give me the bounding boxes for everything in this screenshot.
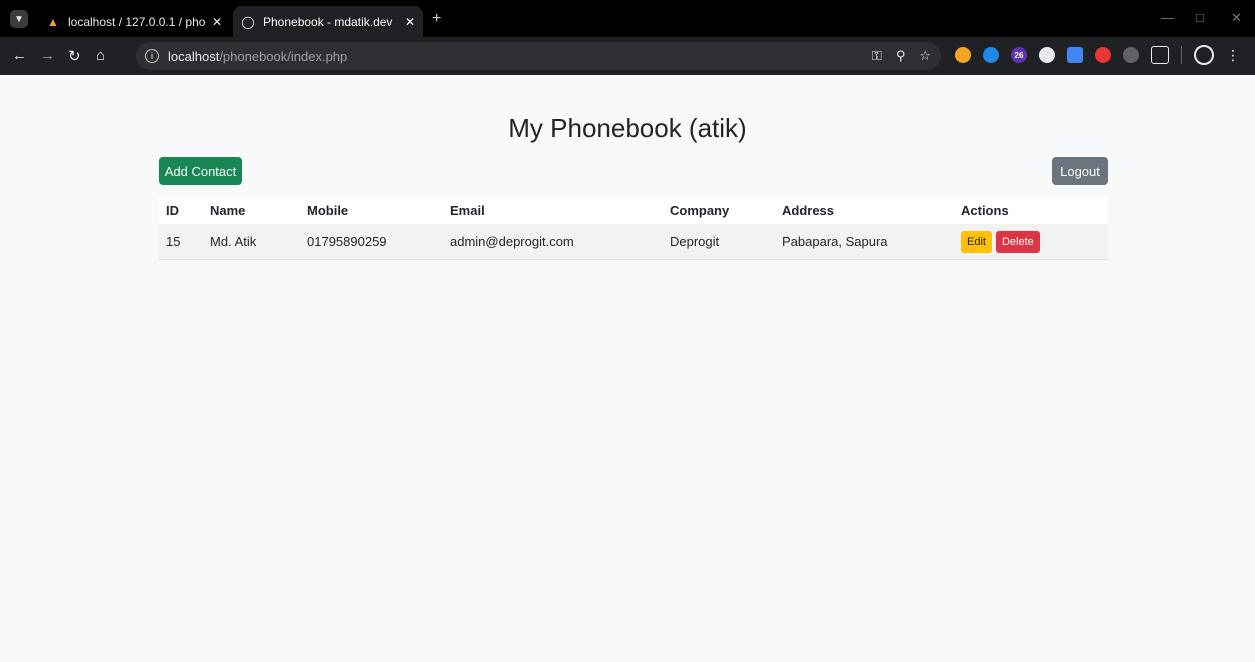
- extension-icon[interactable]: [1095, 47, 1111, 63]
- address-bar[interactable]: i localhost/phonebook/index.php ⚿ ⚲ ☆: [136, 42, 941, 70]
- cell-id: 15: [159, 224, 203, 260]
- delete-button[interactable]: Delete: [995, 230, 1040, 253]
- reload-icon[interactable]: ↻: [68, 47, 81, 65]
- tab-search-button[interactable]: ▼: [10, 10, 28, 28]
- url-host: localhost: [168, 48, 220, 64]
- table-header-row: ID Name Mobile Email Company Address Act…: [159, 196, 1108, 224]
- tab-phonebook[interactable]: ◯ Phonebook - mdatik.dev ✕: [233, 6, 423, 37]
- minimize-icon[interactable]: —: [1161, 10, 1174, 25]
- globe-icon: ◯: [241, 14, 255, 29]
- column-header-mobile: Mobile: [300, 196, 443, 224]
- maximize-icon[interactable]: □: [1196, 10, 1204, 25]
- site-info-icon[interactable]: i: [145, 49, 159, 63]
- column-header-id: ID: [159, 196, 203, 224]
- cell-name: Md. Atik: [203, 224, 300, 260]
- column-header-email: Email: [443, 196, 663, 224]
- url-path: /phonebook/index.php: [219, 48, 348, 64]
- tab-title: Phonebook - mdatik.dev: [263, 14, 393, 29]
- extension-icon[interactable]: [1123, 47, 1139, 63]
- table-row: 15 Md. Atik 01795890259 admin@deprogit.c…: [159, 224, 1108, 260]
- star-icon[interactable]: ☆: [919, 48, 931, 64]
- extension-icon[interactable]: [955, 47, 971, 63]
- cell-address: Pabapara, Sapura: [775, 224, 954, 260]
- tab-title: localhost / 127.0.0.1 / phonebo: [68, 14, 206, 29]
- page-content: My Phonebook (atik) Add Contact Logout I…: [0, 75, 1255, 662]
- forward-icon[interactable]: →: [40, 47, 55, 64]
- profile-avatar-icon[interactable]: [1194, 45, 1214, 65]
- key-icon[interactable]: ⚿: [872, 48, 882, 64]
- extension-icon[interactable]: [1039, 47, 1055, 63]
- column-header-name: Name: [203, 196, 300, 224]
- zoom-icon[interactable]: ⚲: [896, 48, 906, 64]
- close-icon[interactable]: ✕: [405, 15, 415, 29]
- toolbar-divider: [1181, 46, 1182, 64]
- logout-button[interactable]: Logout: [1052, 157, 1108, 185]
- cell-email: admin@deprogit.com: [443, 224, 663, 260]
- cell-actions: Edit Delete: [954, 224, 1108, 260]
- column-header-address: Address: [775, 196, 954, 224]
- new-tab-button[interactable]: +: [432, 10, 441, 28]
- extension-icon[interactable]: [983, 47, 999, 63]
- translate-icon[interactable]: [1067, 47, 1083, 63]
- browser-tab-strip: ▼ ▲ localhost / 127.0.0.1 / phonebo ✕ ◯ …: [0, 0, 1255, 37]
- cell-mobile: 01795890259: [300, 224, 443, 260]
- extensions-bar: 26 ⋮: [955, 45, 1240, 65]
- edit-button[interactable]: Edit: [961, 230, 992, 253]
- more-menu-icon[interactable]: ⋮: [1226, 47, 1240, 64]
- window-close-icon[interactable]: ✕: [1231, 10, 1242, 26]
- tab-phpmyadmin[interactable]: ▲ localhost / 127.0.0.1 / phonebo ✕: [38, 6, 230, 37]
- chevron-down-icon: ▼: [14, 13, 24, 25]
- extension-badge-icon[interactable]: 26: [1011, 47, 1027, 63]
- home-icon[interactable]: ⌂: [96, 47, 105, 64]
- page-title: My Phonebook (atik): [508, 113, 747, 143]
- extensions-puzzle-icon[interactable]: [1151, 46, 1169, 64]
- cell-company: Deprogit: [663, 224, 775, 260]
- phpmyadmin-icon: ▲: [47, 14, 59, 29]
- close-icon[interactable]: ✕: [212, 15, 222, 29]
- column-header-actions: Actions: [954, 196, 1108, 224]
- contacts-table: ID Name Mobile Email Company Address Act…: [159, 196, 1108, 260]
- add-contact-button[interactable]: Add Contact: [159, 157, 242, 185]
- back-icon[interactable]: ←: [12, 47, 27, 64]
- column-header-company: Company: [663, 196, 775, 224]
